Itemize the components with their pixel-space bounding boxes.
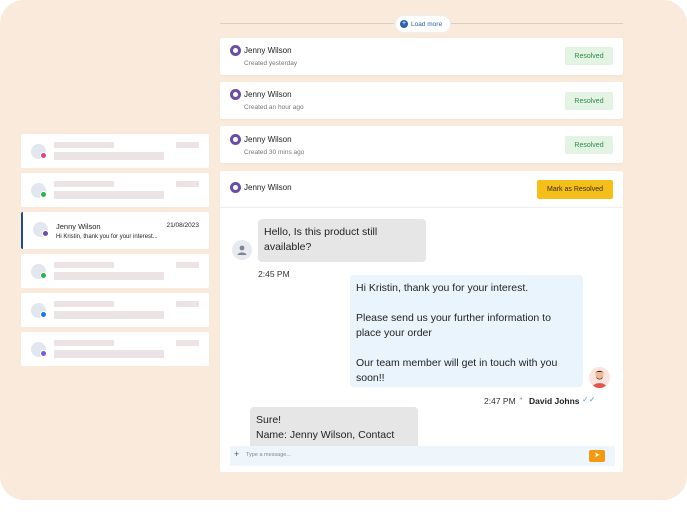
chat-contact-name: Jenny Wilson [244,183,292,192]
resolved-button[interactable]: Resolved [565,47,613,65]
message-sender: David Johns [529,396,580,406]
viber-icon [42,230,49,237]
agent-message-bubble: Hi Kristin, thank you for your interest.… [350,275,583,387]
divider-right [448,23,623,24]
send-icon[interactable]: ➤ [589,450,605,462]
message-paragraph: Our team member will get in touch with y… [356,357,558,384]
conversation-contact-name: Jenny Wilson [56,222,101,231]
agent-avatar [589,367,610,388]
chat-panel: Jenny Wilson Mark as Resolved Hello, Is … [220,171,623,472]
message-time: 2:45 PM [258,269,290,279]
message-paragraph: Hi Kristin, thank you for your interest. [356,282,529,294]
message-input-bar[interactable]: + Type a message... ➤ [230,446,615,466]
ticket-contact-name: Jenny Wilson [244,46,292,55]
message-input-placeholder[interactable]: Type a message... [246,452,291,458]
conversation-list-item[interactable] [21,293,209,327]
ticket-contact-name: Jenny Wilson [244,135,292,144]
conversation-preview: Hi Kristin, thank you for your interest.… [56,234,158,240]
ticket-card[interactable]: Jenny Wilson Created yesterday Resolved [220,38,623,75]
agent-avatar-icon [592,370,607,388]
facebook-icon [40,311,47,318]
whatsapp-icon [40,272,47,279]
viber-icon [230,134,241,145]
ticket-created-time: Created an hour ago [244,104,304,111]
message-line: Name: Jenny Wilson, Contact [256,429,395,441]
conversation-list-item[interactable] [21,332,209,366]
message-time: 2:47 PM [484,396,516,406]
message-line: Sure! [256,414,282,426]
messenger-icon [40,350,47,357]
user-avatar-icon [232,240,252,260]
resolved-button[interactable]: Resolved [565,92,613,110]
ticket-created-time: Created yesterday [244,60,298,67]
chat-header: Jenny Wilson Mark as Resolved [220,171,623,208]
add-attachment-icon[interactable]: + [234,449,239,459]
conversation-list-item[interactable] [21,173,209,207]
instagram-icon [40,152,47,159]
plus-circle-icon: + [400,20,408,28]
resolved-button[interactable]: Resolved [565,136,613,154]
message-line: available? [264,241,312,253]
ticket-card[interactable]: Jenny Wilson Created 30 mins ago Resolve… [220,126,623,163]
viber-icon [230,182,241,193]
ticket-contact-name: Jenny Wilson [244,90,292,99]
conversation-date: 21/08/2023 [166,222,199,229]
ticket-created-time: Created 30 mins ago [244,149,305,156]
message-line: Hello, Is this product still [264,226,378,238]
viber-icon [230,45,241,56]
viber-icon [230,89,241,100]
double-check-icon: ✓✓ [582,395,596,404]
customer-message-bubble: Hello, Is this product still available? [258,219,426,262]
load-more-button[interactable]: + Load more [396,16,451,32]
divider-left [220,23,394,24]
dot-separator: • [520,396,523,403]
load-more-label: Load more [411,20,443,28]
message-paragraph: Please send us your further information … [356,312,551,339]
ticket-card[interactable]: Jenny Wilson Created an hour ago Resolve… [220,82,623,119]
conversation-list-item-active[interactable]: Jenny Wilson 21/08/2023 Hi Kristin, than… [21,212,209,249]
conversation-list-item[interactable] [21,134,209,168]
mark-as-resolved-button[interactable]: Mark as Resolved [537,180,613,199]
whatsapp-icon [40,191,47,198]
conversation-list-item[interactable] [21,254,209,288]
